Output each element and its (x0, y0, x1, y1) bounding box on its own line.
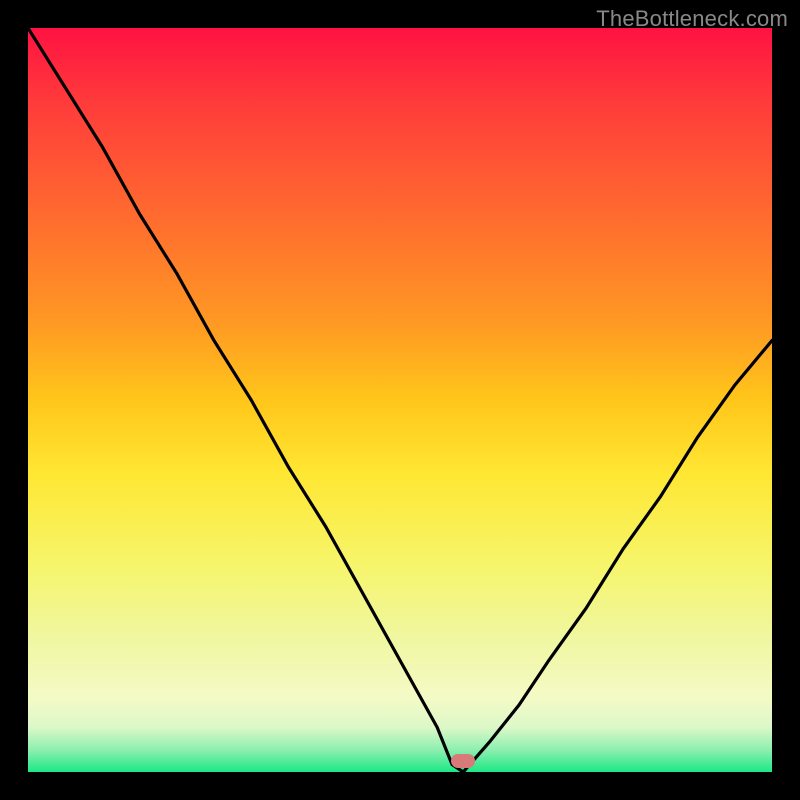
plot-area (28, 28, 772, 772)
curve-svg (28, 28, 772, 772)
watermark-text: TheBottleneck.com (596, 6, 788, 32)
bottleneck-marker (451, 754, 475, 768)
chart-container: TheBottleneck.com (0, 0, 800, 800)
curve-path (28, 28, 772, 772)
